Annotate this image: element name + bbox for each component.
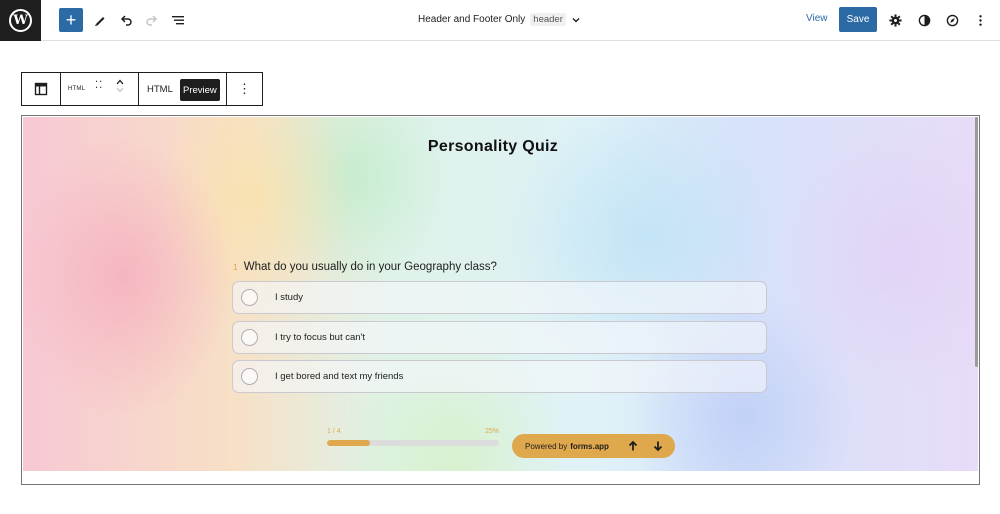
block-layout-icon <box>34 82 48 96</box>
answer-option-label: I study <box>275 292 303 303</box>
undo-icon <box>120 15 132 26</box>
template-part-badge: header <box>530 13 566 26</box>
block-switcher-group: HTML ⁚⁚ <box>61 73 139 105</box>
drag-handle-icon[interactable]: ⁚⁚ <box>95 81 103 91</box>
answer-option[interactable]: I get bored and text my friends <box>232 360 767 393</box>
powered-by-brand: forms.app <box>570 441 609 451</box>
save-button[interactable]: Save <box>839 7 877 32</box>
answer-option[interactable]: I study <box>232 281 767 314</box>
view-link[interactable]: View <box>806 13 828 24</box>
block-parent-selector[interactable] <box>22 73 61 105</box>
tab-html[interactable]: HTML <box>147 84 173 95</box>
wordpress-logo-glyph: W <box>9 9 32 32</box>
next-question-button[interactable] <box>650 438 666 454</box>
options-button[interactable] <box>968 8 992 32</box>
list-view-icon <box>172 16 184 25</box>
html-block-preview[interactable]: Personality Quiz 1 What do you usually d… <box>21 115 980 485</box>
progress-indicator: 1 / 4 25% <box>327 428 499 446</box>
list-view-button[interactable] <box>166 8 190 32</box>
answer-option[interactable]: I try to focus but can't <box>232 321 767 354</box>
html-block-type-label[interactable]: HTML <box>68 86 85 92</box>
styles-button[interactable] <box>912 8 936 32</box>
question-text: What do you usually do in your Geography… <box>243 261 497 273</box>
settings-button[interactable] <box>883 8 907 32</box>
radio-button[interactable] <box>241 329 258 346</box>
quiz-title: Personality Quiz <box>427 138 559 155</box>
contrast-icon <box>918 14 930 26</box>
compass-button[interactable] <box>940 8 964 32</box>
answer-option-label: I get bored and text my friends <box>275 371 404 382</box>
tab-preview[interactable]: Preview <box>180 79 220 101</box>
compass-icon <box>946 14 958 26</box>
undo-button[interactable] <box>114 8 138 32</box>
arrow-up-icon <box>628 440 638 451</box>
progress-fill <box>327 440 370 446</box>
powered-by-prefix: Powered by <box>525 441 568 451</box>
progress-step-text: 1 / 4 <box>327 428 341 435</box>
add-block-button[interactable]: + <box>59 8 83 32</box>
tools-button[interactable] <box>88 8 112 32</box>
redo-icon <box>146 15 158 26</box>
document-title: Header and Footer Only <box>418 14 526 25</box>
block-movers <box>115 78 125 94</box>
more-vertical-icon: ⋮ <box>238 81 251 96</box>
html-preview-tabs: HTML Preview <box>139 73 227 105</box>
plus-icon: + <box>65 10 77 30</box>
move-down-icon[interactable] <box>115 86 125 94</box>
editor-top-bar: W + Header and Footer Only header View S… <box>0 0 1000 41</box>
radio-button[interactable] <box>241 368 258 385</box>
document-title-bar[interactable]: Header and Footer Only header <box>418 13 581 26</box>
arrow-down-icon <box>653 441 663 452</box>
previous-question-button[interactable] <box>625 438 641 454</box>
wordpress-logo-icon[interactable]: W <box>0 0 41 41</box>
powered-by-pill: Powered by forms.app <box>512 434 675 458</box>
progress-percent-text: 25% <box>484 428 499 435</box>
progress-track <box>327 440 499 446</box>
chevron-down-icon <box>572 17 580 22</box>
powered-by-link[interactable]: Powered by forms.app <box>525 442 609 451</box>
radio-button[interactable] <box>241 289 258 306</box>
block-toolbar: HTML ⁚⁚ HTML Preview ⋮ <box>21 72 263 106</box>
question-heading: 1 What do you usually do in your Geograp… <box>233 261 497 273</box>
question-number: 1 <box>233 262 238 272</box>
more-vertical-icon <box>978 14 982 26</box>
quiz-form: Personality Quiz 1 What do you usually d… <box>23 117 978 471</box>
preview-scrollbar[interactable] <box>975 117 978 367</box>
answer-option-label: I try to focus but can't <box>275 332 365 343</box>
redo-button[interactable] <box>140 8 164 32</box>
pen-icon <box>95 17 105 26</box>
settings-icon <box>888 13 902 27</box>
progress-meta: 1 / 4 25% <box>327 428 499 435</box>
move-up-icon[interactable] <box>115 78 125 86</box>
block-options-button[interactable]: ⋮ <box>227 73 262 105</box>
